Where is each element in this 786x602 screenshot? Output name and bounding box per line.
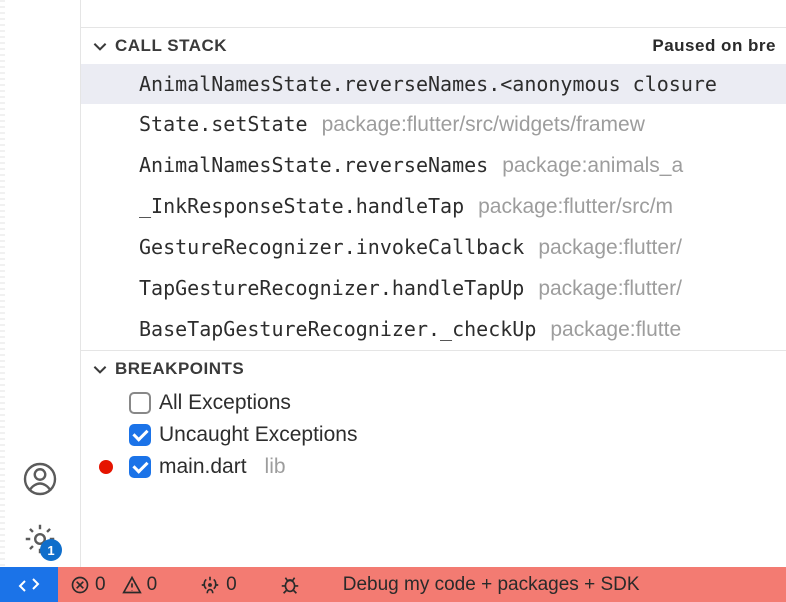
ports-count: 0	[226, 574, 237, 596]
breakpoint-checkbox[interactable]	[129, 392, 151, 414]
stack-frame[interactable]: AnimalNamesState.reverseNames.<anonymous…	[81, 64, 786, 104]
frame-package: package:flutte	[550, 318, 681, 342]
breakpoints-title: BREAKPOINTS	[115, 359, 244, 379]
breakpoint-dot-icon	[99, 460, 113, 474]
frame-name: GestureRecognizer.invokeCallback	[139, 235, 524, 259]
settings-badge: 1	[40, 539, 62, 561]
stack-frame[interactable]: GestureRecognizer.invokeCallback package:…	[81, 227, 786, 268]
remote-button[interactable]	[0, 567, 58, 602]
stack-frame[interactable]: _InkResponseState.handleTap package:flutt…	[81, 186, 786, 227]
breakpoints-header[interactable]: BREAKPOINTS	[81, 351, 786, 387]
stack-frame[interactable]: AnimalNamesState.reverseNames package:ani…	[81, 145, 786, 186]
frame-package: package:flutter/src/widgets/framew	[322, 113, 645, 137]
breakpoint-row[interactable]: main.dart lib	[81, 451, 786, 483]
frame-package: package:flutter/	[538, 277, 682, 301]
panel-top-divider	[81, 0, 786, 28]
chevron-down-icon	[91, 360, 109, 378]
frame-package: package:animals_a	[502, 154, 683, 178]
call-stack-title: CALL STACK	[115, 36, 227, 56]
breakpoint-label: Uncaught Exceptions	[159, 423, 357, 447]
status-bar-items: 0 0 0 Debug my code + packages + SDK	[58, 567, 786, 602]
stack-frame[interactable]: TapGestureRecognizer.handleTapUp package:…	[81, 268, 786, 309]
frame-name: TapGestureRecognizer.handleTapUp	[139, 276, 524, 300]
debug-side-panel: CALL STACK Paused on bre AnimalNamesStat…	[80, 0, 786, 567]
debug-indicator-icon[interactable]	[279, 574, 301, 596]
debug-target-label: Debug my code + packages + SDK	[343, 574, 640, 596]
stack-frame[interactable]: State.setState package:flutter/src/widget…	[81, 104, 786, 145]
errors-count: 0	[95, 574, 106, 596]
stack-frame[interactable]: BaseTapGestureRecognizer._checkUp package…	[81, 309, 786, 350]
breakpoint-label: All Exceptions	[159, 391, 291, 415]
frame-name: BaseTapGestureRecognizer._checkUp	[139, 317, 536, 341]
warnings-item[interactable]: 0	[122, 574, 158, 596]
status-bar: 0 0 0 Debug my code + packages + SDK	[0, 567, 786, 602]
frame-package: package:flutter/	[538, 236, 682, 260]
activity-bar: 1	[0, 0, 80, 567]
settings-gear-icon[interactable]: 1	[20, 519, 60, 559]
call-stack-status: Paused on bre	[652, 36, 776, 56]
warnings-count: 0	[147, 574, 158, 596]
frame-name: AnimalNamesState.reverseNames.<anonymous…	[139, 72, 717, 96]
frame-package: package:flutter/src/m	[478, 195, 673, 219]
ports-item[interactable]: 0	[199, 574, 237, 596]
accounts-icon[interactable]	[20, 459, 60, 499]
frame-name: AnimalNamesState.reverseNames	[139, 153, 488, 177]
breakpoint-row[interactable]: Uncaught Exceptions	[81, 419, 786, 451]
breakpoints-list: All Exceptions Uncaught Exceptions main.da…	[81, 387, 786, 483]
breakpoints-section: BREAKPOINTS All Exceptions Uncaught Excep…	[81, 350, 786, 483]
chevron-down-icon	[91, 37, 109, 55]
debug-target[interactable]: Debug my code + packages + SDK	[343, 574, 640, 596]
call-stack-list: AnimalNamesState.reverseNames.<anonymous…	[81, 64, 786, 350]
breakpoint-row[interactable]: All Exceptions	[81, 387, 786, 419]
errors-item[interactable]: 0	[70, 574, 106, 596]
breakpoint-checkbox[interactable]	[129, 456, 151, 478]
frame-name: State.setState	[139, 112, 308, 136]
breakpoint-label: main.dart	[159, 455, 247, 479]
editor-gutter-edge	[0, 0, 5, 567]
breakpoint-sublabel: lib	[265, 455, 286, 479]
call-stack-header[interactable]: CALL STACK Paused on bre	[81, 28, 786, 64]
frame-name: _InkResponseState.handleTap	[139, 194, 464, 218]
breakpoint-checkbox[interactable]	[129, 424, 151, 446]
